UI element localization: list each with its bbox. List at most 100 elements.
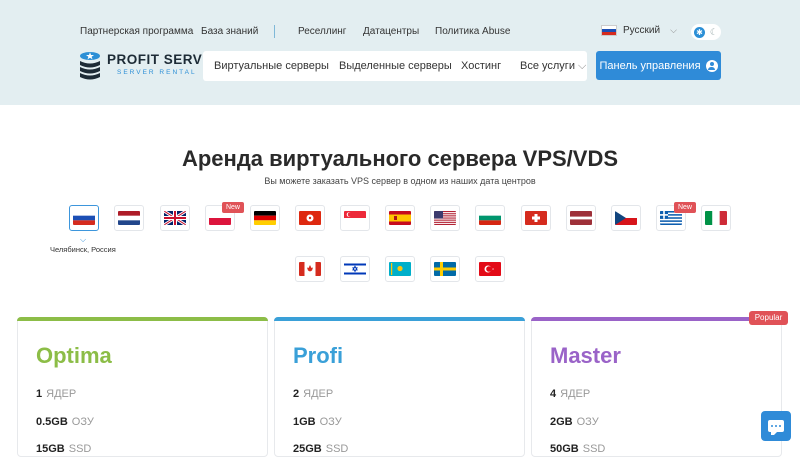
link-abuse-policy[interactable]: Политика Abuse <box>435 26 510 37</box>
spec-cores: 1 ЯДЕР <box>36 388 76 400</box>
spec-unit: ЯДЕР <box>303 388 334 400</box>
location-kazakhstan[interactable] <box>385 256 415 282</box>
logo[interactable]: PROFIT SERVER SERVER RENTAL <box>79 49 222 81</box>
israel-flag-icon <box>344 262 366 276</box>
turkey-flag-icon <box>479 262 501 276</box>
spec-ssd: 25GB SSD <box>293 443 348 455</box>
spec-ssd: 15GB SSD <box>36 443 91 455</box>
location-germany[interactable] <box>250 205 280 231</box>
spec-value: 2 <box>293 388 300 400</box>
spec-value: 1GB <box>293 416 316 428</box>
nav-dedicated-servers[interactable]: Выделенные серверы <box>339 60 452 72</box>
divider <box>274 25 275 38</box>
spec-cores: 4 ЯДЕР <box>550 388 590 400</box>
moon-icon: ☾ <box>709 26 718 37</box>
sweden-flag-icon <box>434 262 456 276</box>
sun-icon: ✱ <box>694 26 705 38</box>
plan-card-master[interactable]: Master 4 ЯДЕР 2GB ОЗУ 50GB SSD <box>531 317 782 457</box>
location-netherlands[interactable] <box>114 205 144 231</box>
spec-ram: 1GB ОЗУ <box>293 416 342 428</box>
control-panel-label: Панель управления <box>599 59 701 72</box>
page-title: Аренда виртуального сервера VPS/VDS <box>181 146 619 171</box>
location-sweden[interactable] <box>430 256 460 282</box>
card-accent-bar <box>274 317 525 321</box>
spec-value: 4 <box>550 388 557 400</box>
plan-card-optima[interactable]: Optima 1 ЯДЕР 0.5GB ОЗУ 15GB SSD <box>17 317 268 457</box>
canada-flag-icon <box>299 262 321 276</box>
location-united-kingdom[interactable] <box>160 205 190 231</box>
selected-location-label: Челябинск, Россия <box>50 245 116 254</box>
location-russia[interactable] <box>69 205 99 231</box>
kazakhstan-flag-icon <box>389 262 411 276</box>
link-reselling[interactable]: Реселлинг <box>298 26 346 37</box>
czech-flag-icon <box>615 211 637 225</box>
location-turkey[interactable] <box>475 256 505 282</box>
chat-button[interactable] <box>761 411 791 441</box>
page-subtitle: Вы можете заказать VPS сервер в одном из… <box>264 176 536 186</box>
spec-unit: SSD <box>325 443 349 455</box>
spec-value: 1 <box>36 388 43 400</box>
spec-value: 0.5GB <box>36 416 68 428</box>
server-stack-logo-icon <box>80 52 100 80</box>
main-nav: Виртуальные серверы Выделенные серверы Х… <box>203 51 587 81</box>
spec-unit: ОЗУ <box>576 416 599 428</box>
nav-all-services[interactable]: Все услуги ⌵ <box>520 60 586 73</box>
spec-ram: 0.5GB ОЗУ <box>36 416 94 428</box>
language-label: Русский <box>623 25 661 36</box>
location-switzerland[interactable] <box>521 205 551 231</box>
spec-unit: ЯДЕР <box>46 388 77 400</box>
spec-value: 2GB <box>550 416 573 428</box>
location-spain[interactable] <box>385 205 415 231</box>
chat-icon <box>768 420 784 435</box>
location-canada[interactable] <box>295 256 325 282</box>
card-accent-bar <box>17 317 268 321</box>
chevron-down-icon: ⌵ <box>670 25 677 35</box>
nav-all-services-label: Все услуги <box>520 60 575 72</box>
usa-flag-icon <box>434 211 456 225</box>
theme-toggle[interactable]: ✱ ☾ <box>691 24 721 40</box>
spec-value: 15GB <box>36 443 65 455</box>
plan-card-profi[interactable]: Profi 2 ЯДЕР 1GB ОЗУ 25GB SSD <box>274 317 525 457</box>
location-czech-republic[interactable] <box>611 205 641 231</box>
chevron-down-icon: ⌵ <box>578 60 587 72</box>
link-datacenters[interactable]: Датацентры <box>363 26 419 37</box>
singapore-flag-icon <box>344 211 366 225</box>
spec-unit: ОЗУ <box>71 416 94 428</box>
spec-unit: SSD <box>582 443 606 455</box>
nav-hosting[interactable]: Хостинг <box>461 60 501 72</box>
plan-name: Optima <box>36 343 112 368</box>
italy-flag-icon <box>705 211 727 225</box>
location-latvia[interactable] <box>566 205 596 231</box>
link-knowledge-base[interactable]: База знаний <box>201 26 258 37</box>
spec-ssd: 50GB SSD <box>550 443 605 455</box>
hong-kong-flag-icon <box>299 211 321 225</box>
germany-flag-icon <box>254 211 276 225</box>
netherlands-flag-icon <box>118 211 140 225</box>
location-israel[interactable] <box>340 256 370 282</box>
nav-virtual-servers[interactable]: Виртуальные серверы <box>214 60 329 72</box>
uk-flag-icon <box>164 211 186 225</box>
chevron-down-icon: ⌵ <box>80 235 87 244</box>
location-hong-kong[interactable] <box>295 205 325 231</box>
spec-unit: SSD <box>68 443 92 455</box>
bulgaria-flag-icon <box>479 211 501 225</box>
spain-flag-icon <box>389 211 411 225</box>
switzerland-flag-icon <box>525 211 547 225</box>
plan-name: Profi <box>293 343 344 368</box>
control-panel-button[interactable]: Панель управления <box>596 51 721 80</box>
new-badge: New <box>674 202 696 213</box>
logo-subtitle: SERVER RENTAL <box>117 69 197 76</box>
link-partner-program[interactable]: Партнерская программа <box>80 26 193 37</box>
spec-ram: 2GB ОЗУ <box>550 416 599 428</box>
location-bulgaria[interactable] <box>475 205 505 231</box>
spec-value: 25GB <box>293 443 322 455</box>
spec-cores: 2 ЯДЕР <box>293 388 333 400</box>
location-italy[interactable] <box>701 205 731 231</box>
popular-badge: Popular <box>749 311 788 325</box>
spec-value: 50GB <box>550 443 579 455</box>
latvia-flag-icon <box>570 211 592 225</box>
location-usa[interactable] <box>430 205 460 231</box>
location-singapore[interactable] <box>340 205 370 231</box>
spec-unit: ЯДЕР <box>560 388 591 400</box>
language-selector[interactable]: Русский ⌵ <box>601 25 677 36</box>
